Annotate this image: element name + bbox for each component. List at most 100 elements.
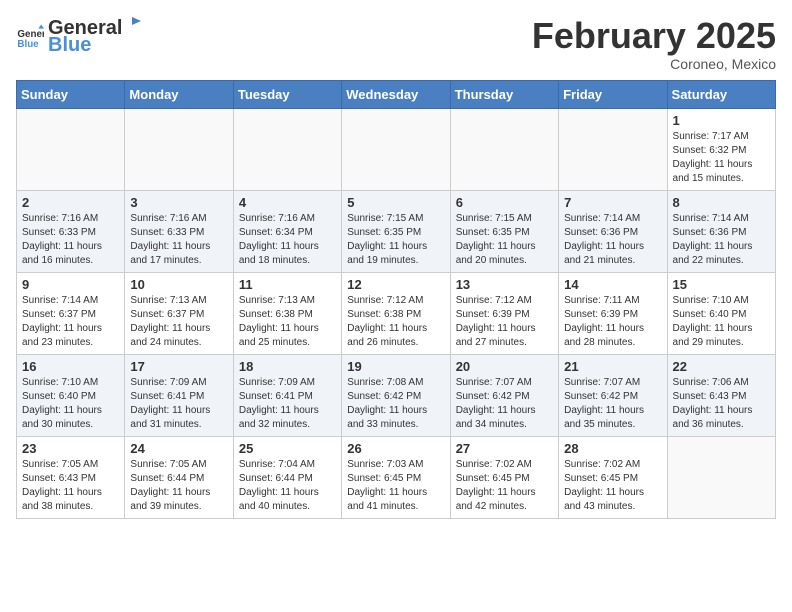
col-saturday: Saturday (667, 80, 775, 108)
day-number: 3 (130, 195, 227, 210)
calendar-cell (559, 108, 667, 190)
calendar-cell: 27Sunrise: 7:02 AM Sunset: 6:45 PM Dayli… (450, 436, 558, 518)
calendar-cell: 15 Sunrise: 7:10 AM Sunset: 6:40 PM Dayli… (667, 272, 775, 354)
day-info: Sunrise: 7:15 AM Sunset: 6:35 PM Dayligh… (456, 212, 553, 268)
calendar-cell: 9 Sunrise: 7:14 AM Sunset: 6:37 PM Daylig… (17, 272, 125, 354)
col-friday: Friday (559, 80, 667, 108)
day-info: Sunrise: 7:12 AM Sunset: 6:38 PM Dayligh… (347, 294, 444, 350)
calendar-week-row: 16Sunrise: 7:10 AM Sunset: 6:40 PM Dayli… (17, 354, 776, 436)
day-info: Sunrise: 7:05 AM Sunset: 6:44 PM Dayligh… (130, 458, 227, 514)
col-tuesday: Tuesday (233, 80, 341, 108)
calendar-cell: 21 Sunrise: 7:07 AM Sunset: 6:42 PM Dayli… (559, 354, 667, 436)
day-info: Sunrise: 7:16 AM Sunset: 6:33 PM Dayligh… (130, 212, 227, 268)
title-area: February 2025 Coroneo, Mexico (532, 16, 776, 72)
day-number: 10 (130, 277, 227, 292)
day-info: Sunrise: 7:07 AM Sunset: 6:42 PM Dayligh… (456, 376, 553, 432)
day-info: Sunrise: 7:04 AM Sunset: 6:44 PM Dayligh… (239, 458, 336, 514)
calendar-cell: 4 Sunrise: 7:16 AM Sunset: 6:34 PM Daylig… (233, 190, 341, 272)
day-number: 26 (347, 441, 444, 456)
day-number: 19 (347, 359, 444, 374)
calendar-cell: 17 Sunrise: 7:09 AM Sunset: 6:41 PM Dayli… (125, 354, 233, 436)
day-number: 14 (564, 277, 661, 292)
calendar-cell: 11 Sunrise: 7:13 AM Sunset: 6:38 PM Dayli… (233, 272, 341, 354)
calendar-cell: 10 Sunrise: 7:13 AM Sunset: 6:37 PM Dayli… (125, 272, 233, 354)
calendar-cell (667, 436, 775, 518)
day-number: 9 (22, 277, 119, 292)
day-number: 17 (130, 359, 227, 374)
calendar-cell (233, 108, 341, 190)
calendar-cell: 14 Sunrise: 7:11 AM Sunset: 6:39 PM Dayli… (559, 272, 667, 354)
calendar-cell: 19Sunrise: 7:08 AM Sunset: 6:42 PM Dayli… (342, 354, 450, 436)
day-number: 12 (347, 277, 444, 292)
day-number: 6 (456, 195, 553, 210)
day-number: 2 (22, 195, 119, 210)
calendar-cell: 7 Sunrise: 7:14 AM Sunset: 6:36 PM Daylig… (559, 190, 667, 272)
day-number: 24 (130, 441, 227, 456)
day-info: Sunrise: 7:10 AM Sunset: 6:40 PM Dayligh… (673, 294, 770, 350)
calendar-cell: 20 Sunrise: 7:07 AM Sunset: 6:42 PM Dayli… (450, 354, 558, 436)
calendar-cell (450, 108, 558, 190)
col-wednesday: Wednesday (342, 80, 450, 108)
day-info: Sunrise: 7:11 AM Sunset: 6:39 PM Dayligh… (564, 294, 661, 350)
calendar-week-row: 1Sunrise: 7:17 AM Sunset: 6:32 PM Daylig… (17, 108, 776, 190)
calendar-cell: 24 Sunrise: 7:05 AM Sunset: 6:44 PM Dayli… (125, 436, 233, 518)
day-number: 23 (22, 441, 119, 456)
calendar-cell: 22 Sunrise: 7:06 AM Sunset: 6:43 PM Dayli… (667, 354, 775, 436)
day-number: 20 (456, 359, 553, 374)
calendar-cell: 28Sunrise: 7:02 AM Sunset: 6:45 PM Dayli… (559, 436, 667, 518)
day-info: Sunrise: 7:14 AM Sunset: 6:37 PM Dayligh… (22, 294, 119, 350)
calendar-table: Sunday Monday Tuesday Wednesday Thursday… (16, 80, 776, 519)
day-info: Sunrise: 7:10 AM Sunset: 6:40 PM Dayligh… (22, 376, 119, 432)
calendar-cell (125, 108, 233, 190)
day-number: 4 (239, 195, 336, 210)
subtitle: Coroneo, Mexico (532, 56, 776, 72)
svg-text:Blue: Blue (17, 38, 39, 49)
calendar-header-row: Sunday Monday Tuesday Wednesday Thursday… (17, 80, 776, 108)
calendar-cell: 25 Sunrise: 7:04 AM Sunset: 6:44 PM Dayli… (233, 436, 341, 518)
calendar-cell: 1Sunrise: 7:17 AM Sunset: 6:32 PM Daylig… (667, 108, 775, 190)
day-info: Sunrise: 7:14 AM Sunset: 6:36 PM Dayligh… (564, 212, 661, 268)
col-monday: Monday (125, 80, 233, 108)
day-number: 13 (456, 277, 553, 292)
calendar-cell (342, 108, 450, 190)
day-info: Sunrise: 7:07 AM Sunset: 6:42 PM Dayligh… (564, 376, 661, 432)
day-info: Sunrise: 7:02 AM Sunset: 6:45 PM Dayligh… (564, 458, 661, 514)
day-number: 7 (564, 195, 661, 210)
main-title: February 2025 (532, 16, 776, 56)
calendar-cell: 2 Sunrise: 7:16 AM Sunset: 6:33 PM Daylig… (17, 190, 125, 272)
day-number: 21 (564, 359, 661, 374)
day-number: 25 (239, 441, 336, 456)
day-info: Sunrise: 7:13 AM Sunset: 6:37 PM Dayligh… (130, 294, 227, 350)
calendar-cell: 5 Sunrise: 7:15 AM Sunset: 6:35 PM Daylig… (342, 190, 450, 272)
calendar-cell: 23Sunrise: 7:05 AM Sunset: 6:43 PM Dayli… (17, 436, 125, 518)
day-info: Sunrise: 7:02 AM Sunset: 6:45 PM Dayligh… (456, 458, 553, 514)
col-thursday: Thursday (450, 80, 558, 108)
day-info: Sunrise: 7:15 AM Sunset: 6:35 PM Dayligh… (347, 212, 444, 268)
day-info: Sunrise: 7:09 AM Sunset: 6:41 PM Dayligh… (239, 376, 336, 432)
day-number: 11 (239, 277, 336, 292)
day-number: 8 (673, 195, 770, 210)
calendar-cell (17, 108, 125, 190)
calendar-cell: 16Sunrise: 7:10 AM Sunset: 6:40 PM Dayli… (17, 354, 125, 436)
day-info: Sunrise: 7:09 AM Sunset: 6:41 PM Dayligh… (130, 376, 227, 432)
day-info: Sunrise: 7:03 AM Sunset: 6:45 PM Dayligh… (347, 458, 444, 514)
calendar-cell: 26 Sunrise: 7:03 AM Sunset: 6:45 PM Dayli… (342, 436, 450, 518)
logo-flag-icon (123, 16, 141, 34)
day-number: 5 (347, 195, 444, 210)
day-number: 15 (673, 277, 770, 292)
day-info: Sunrise: 7:13 AM Sunset: 6:38 PM Dayligh… (239, 294, 336, 350)
day-number: 22 (673, 359, 770, 374)
day-info: Sunrise: 7:06 AM Sunset: 6:43 PM Dayligh… (673, 376, 770, 432)
day-info: Sunrise: 7:16 AM Sunset: 6:33 PM Dayligh… (22, 212, 119, 268)
calendar-cell: 6 Sunrise: 7:15 AM Sunset: 6:35 PM Daylig… (450, 190, 558, 272)
calendar-week-row: 2 Sunrise: 7:16 AM Sunset: 6:33 PM Daylig… (17, 190, 776, 272)
day-info: Sunrise: 7:16 AM Sunset: 6:34 PM Dayligh… (239, 212, 336, 268)
day-info: Sunrise: 7:12 AM Sunset: 6:39 PM Dayligh… (456, 294, 553, 350)
calendar-cell: 13 Sunrise: 7:12 AM Sunset: 6:39 PM Dayli… (450, 272, 558, 354)
calendar-cell: 18 Sunrise: 7:09 AM Sunset: 6:41 PM Dayli… (233, 354, 341, 436)
header: General Blue General Blue February 2025 … (16, 16, 776, 72)
col-sunday: Sunday (17, 80, 125, 108)
calendar-cell: 8Sunrise: 7:14 AM Sunset: 6:36 PM Daylig… (667, 190, 775, 272)
day-number: 18 (239, 359, 336, 374)
calendar-week-row: 23Sunrise: 7:05 AM Sunset: 6:43 PM Dayli… (17, 436, 776, 518)
